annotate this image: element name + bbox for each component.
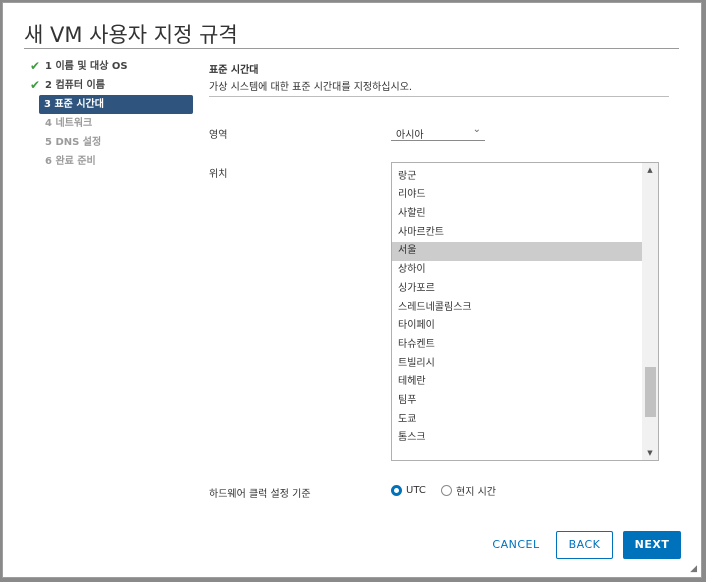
section-divider	[209, 96, 669, 97]
checkmark-icon: ✔	[30, 78, 41, 92]
radio-local-time-label: 현지 시간	[456, 487, 496, 498]
step-4: 4 네트워크	[27, 114, 193, 133]
step-4-label: 4 네트워크	[45, 118, 93, 129]
location-scrollbar[interactable]: ▲ ▼	[642, 163, 658, 460]
location-list-item[interactable]: 톰스크	[392, 429, 642, 448]
step-3-label: 3 표준 시간대	[44, 99, 104, 110]
step-6-label: 6 완료 준비	[45, 156, 96, 167]
cancel-button[interactable]: CANCEL	[483, 531, 549, 559]
location-list-item[interactable]: 사할린	[392, 205, 642, 224]
location-list: 키질로르다랑군리야드사할린사마르칸트서울상하이싱가포르스레드네콜림스크타이페이타…	[392, 163, 642, 448]
wizard-steps: ✔ 1 이름 및 대상 OS ✔ 2 컴퓨터 이름 3 표준 시간대 4 네트워…	[27, 57, 193, 171]
chevron-down-icon: ⌄	[472, 124, 481, 135]
radio-local-time[interactable]: 현지 시간	[441, 483, 504, 498]
hardware-clock-radio-group: UTC 현지 시간	[391, 483, 508, 498]
scroll-up-arrow-icon[interactable]: ▲	[642, 163, 658, 177]
hardware-clock-label: 하드웨어 클럭 설정 기준	[209, 489, 311, 500]
step-6: 6 완료 준비	[27, 152, 193, 171]
radio-utc-label: UTC	[406, 484, 426, 496]
step-1-label: 1 이름 및 대상 OS	[45, 61, 128, 72]
location-list-item[interactable]: 도쿄	[392, 411, 642, 430]
section-title: 표준 시간대	[209, 65, 259, 76]
location-list-item[interactable]: 상하이	[392, 261, 642, 280]
step-1[interactable]: ✔ 1 이름 및 대상 OS	[27, 57, 193, 76]
location-list-item[interactable]: 리야드	[392, 186, 642, 205]
scroll-down-arrow-icon[interactable]: ▼	[642, 446, 658, 460]
radio-utc-circle	[391, 484, 402, 496]
location-label: 위치	[209, 169, 228, 180]
location-list-item[interactable]: 랑군	[392, 168, 642, 187]
step-2[interactable]: ✔ 2 컴퓨터 이름	[27, 76, 193, 95]
location-list-item[interactable]: 팀푸	[392, 392, 642, 411]
region-select-value: 아시아	[396, 130, 424, 141]
title-divider	[24, 48, 679, 49]
location-list-item[interactable]: 테헤란	[392, 373, 642, 392]
location-list-item[interactable]: 사마르칸트	[392, 224, 642, 243]
step-5: 5 DNS 설정	[27, 133, 193, 152]
region-select[interactable]: 아시아 ⌄	[391, 123, 485, 141]
section-description: 가상 시스템에 대한 표준 시간대를 지정하십시오.	[209, 82, 413, 93]
scroll-thumb[interactable]	[645, 367, 656, 417]
checkmark-icon: ✔	[30, 59, 41, 73]
location-list-item[interactable]: 싱가포르	[392, 280, 642, 299]
dialog-title: 새 VM 사용자 지정 규격	[24, 23, 238, 47]
location-list-item[interactable]: 스레드네콜림스크	[392, 299, 642, 318]
step-3[interactable]: 3 표준 시간대	[39, 95, 193, 114]
resize-handle-icon[interactable]: ◢	[690, 564, 697, 574]
back-button[interactable]: BACK	[556, 531, 613, 559]
location-list-item[interactable]: 타슈켄트	[392, 336, 642, 355]
next-button[interactable]: NEXT	[623, 531, 681, 559]
step-5-label: 5 DNS 설정	[45, 137, 102, 148]
location-list-item[interactable]: 서울	[392, 242, 642, 262]
step-2-label: 2 컴퓨터 이름	[45, 80, 105, 91]
radio-utc[interactable]: UTC	[391, 484, 434, 497]
radio-local-time-circle	[441, 485, 453, 496]
region-label: 영역	[209, 130, 228, 141]
customization-spec-dialog: 새 VM 사용자 지정 규격 ✔ 1 이름 및 대상 OS ✔ 2 컴퓨터 이름…	[2, 2, 702, 578]
location-list-item[interactable]: 트빌리시	[392, 355, 642, 374]
location-list-item[interactable]: 타이페이	[392, 317, 642, 336]
location-listbox[interactable]: 키질로르다랑군리야드사할린사마르칸트서울상하이싱가포르스레드네콜림스크타이페이타…	[391, 162, 659, 461]
